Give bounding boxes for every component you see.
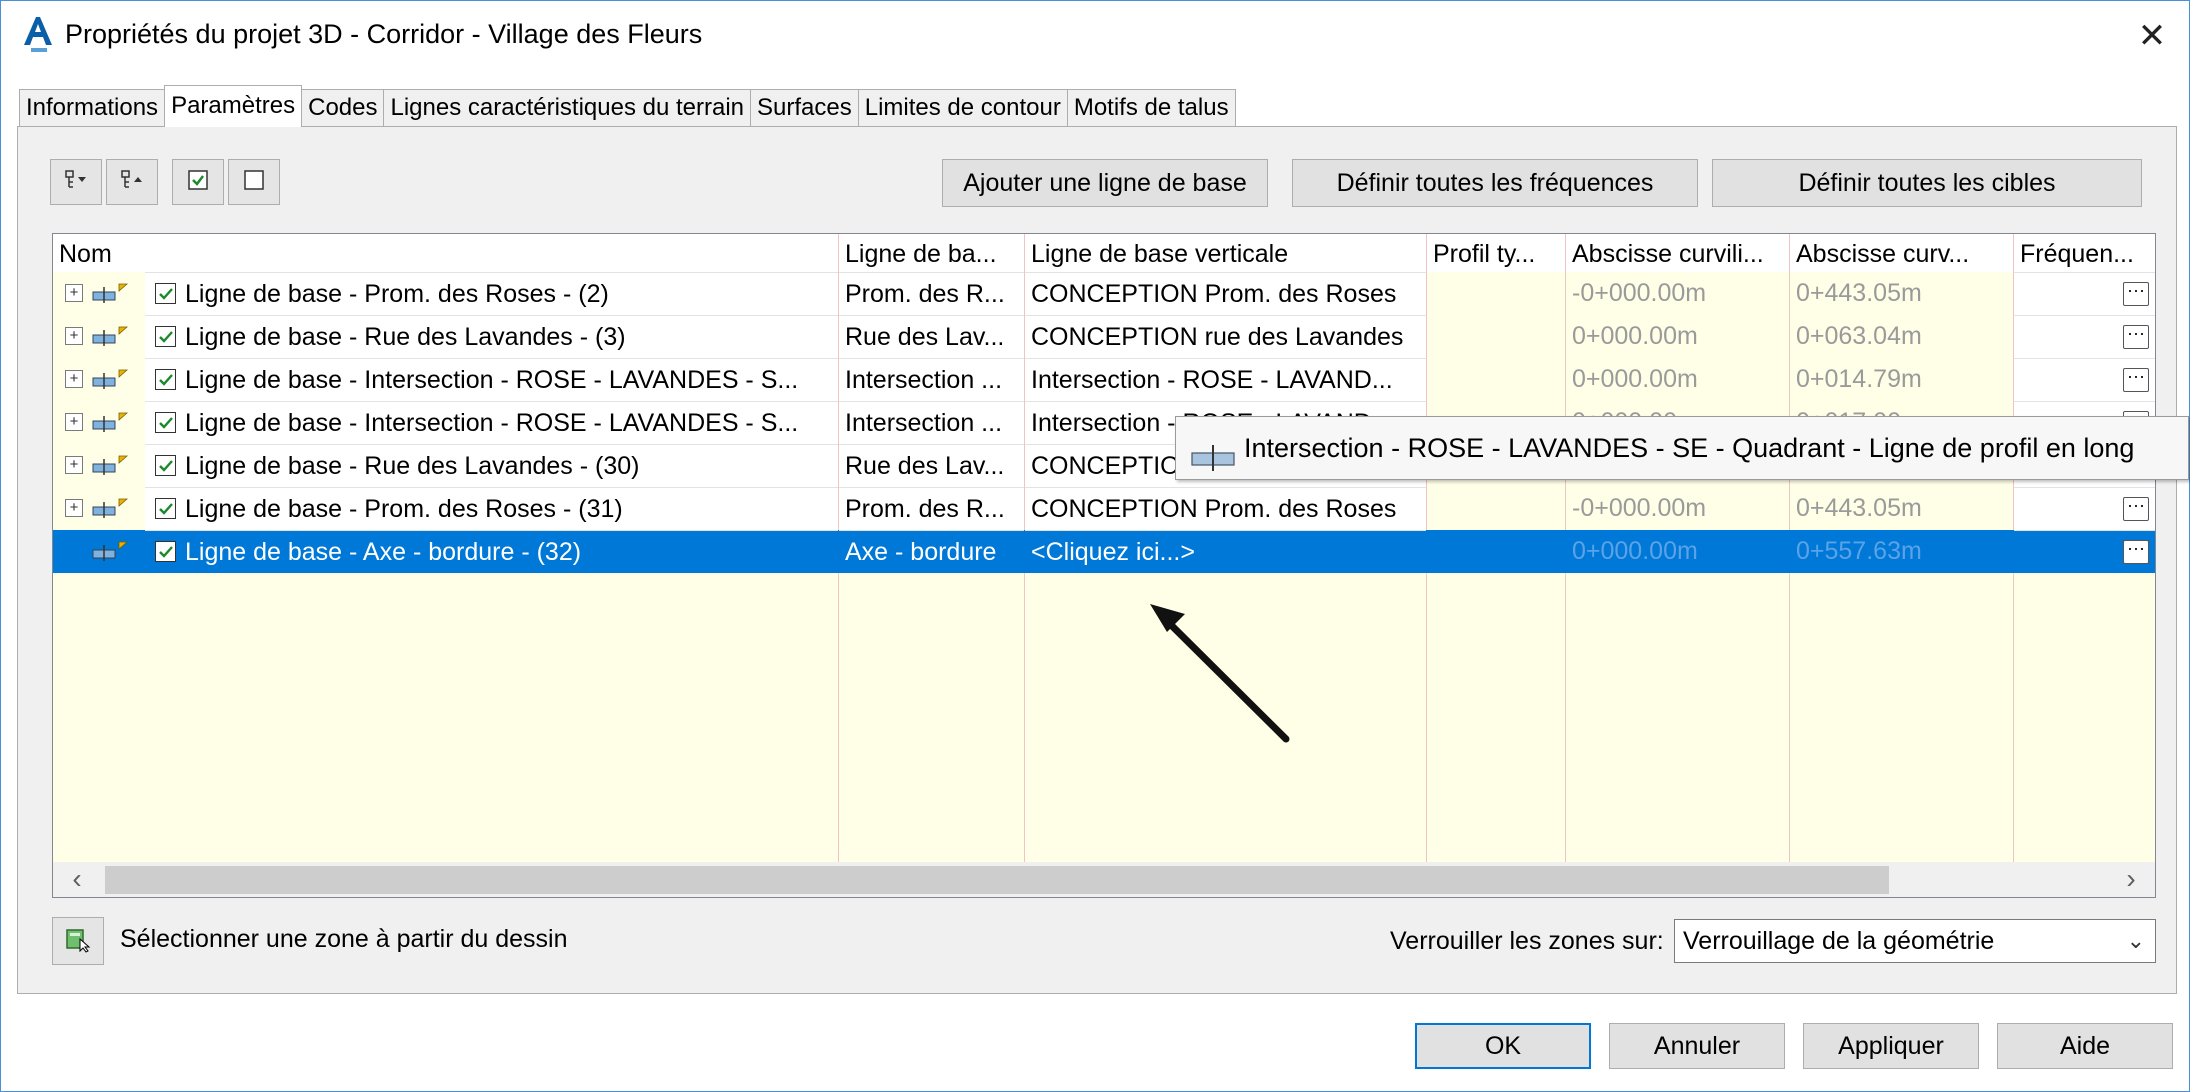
tab-informations[interactable]: Informations [19,89,166,127]
ok-button[interactable]: OK [1415,1023,1591,1069]
uncheck-all-button[interactable] [228,159,280,205]
select-region-button[interactable] [52,917,104,965]
cancel-button[interactable]: Annuler [1609,1023,1785,1069]
vertical-baseline-tooltip: Intersection - ROSE - LAVANDES - SE - Qu… [1175,416,2189,480]
tab-strip: Informations Paramètres Codes Lignes car… [19,85,1236,127]
tab-parametres[interactable]: Paramètres [164,85,303,127]
select-region-label: Sélectionner une zone à partir du dessin [120,925,568,953]
collapse-all-icon [119,169,145,196]
tab-lignes-caracteristiques[interactable]: Lignes caractéristiques du terrain [383,89,752,127]
tab-surfaces[interactable]: Surfaces [750,89,859,127]
tooltip-text: Intersection - ROSE - LAVANDES - SE - Qu… [1244,433,2135,463]
uncheck-all-icon [243,169,265,196]
check-all-icon [187,169,209,196]
lock-regions-value: Verrouillage de la géométrie [1683,927,1995,955]
apply-button[interactable]: Appliquer [1803,1023,1979,1069]
annotation-arrow [1150,604,1290,743]
dialog-window: Propriétés du projet 3D - Corridor - Vil… [0,0,2190,1092]
set-all-frequencies-button[interactable]: Définir toutes les fréquences [1292,159,1698,207]
baselines-grid: Nom Ligne de ba... Ligne de base vertica… [52,233,2156,865]
collapse-all-button[interactable] [106,159,158,205]
window-title: Propriétés du projet 3D - Corridor - Vil… [65,19,703,49]
expand-all-button[interactable] [50,159,102,205]
lock-regions-label: Verrouiller les zones sur: [1390,927,1664,955]
profile-icon [1190,433,1236,495]
tab-limites-contour[interactable]: Limites de contour [857,89,1068,127]
add-baseline-button[interactable]: Ajouter une ligne de base [942,159,1268,207]
title-bar: Propriétés du projet 3D - Corridor - Vil… [1,1,2189,71]
help-button[interactable]: Aide [1997,1023,2173,1069]
tab-codes[interactable]: Codes [301,89,385,127]
scrollbar-thumb[interactable] [105,866,1889,894]
parameters-panel: Ajouter une ligne de base Définir toutes… [17,126,2177,994]
close-icon[interactable]: ✕ [2127,13,2177,59]
set-all-targets-button[interactable]: Définir toutes les cibles [1712,159,2142,207]
civil3d-app-icon [21,15,55,55]
expand-all-icon [63,169,89,196]
lock-regions-select[interactable]: Verrouillage de la géométrie ⌄ [1674,919,2156,963]
scroll-right-icon[interactable]: › [2111,862,2151,898]
horizontal-scrollbar[interactable]: ‹ › [52,862,2156,898]
select-region-icon [64,925,92,958]
check-all-button[interactable] [172,159,224,205]
tab-motifs-talus[interactable]: Motifs de talus [1066,89,1236,127]
chevron-down-icon: ⌄ [2126,928,2145,953]
scroll-left-icon[interactable]: ‹ [57,862,97,898]
